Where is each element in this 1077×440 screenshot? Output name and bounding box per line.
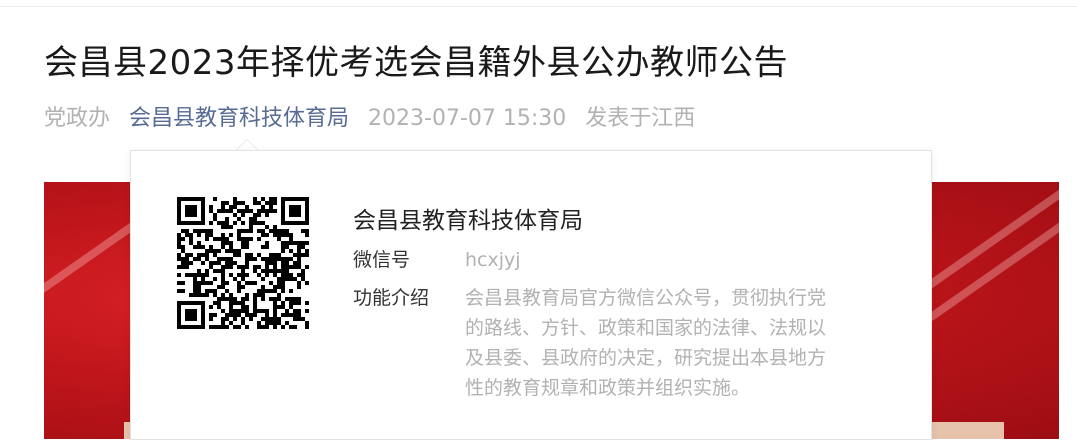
publish-location: 发表于江西 xyxy=(585,106,696,131)
intro-line: 的路线、方针、政策和国家的法律、法规以 xyxy=(465,317,827,339)
publish-datetime: 2023-07-07 15:30 xyxy=(368,106,567,131)
qr-code-icon[interactable] xyxy=(177,197,309,329)
profile-account-name: 会昌县教育科技体育局 xyxy=(353,208,583,234)
popover-caret xyxy=(236,139,258,150)
account-name-link[interactable]: 会昌县教育科技体育局 xyxy=(129,106,349,131)
intro-line: 会昌县教育局官方微信公众号，贯彻执行党 xyxy=(465,287,827,309)
wechat-id-value: hcxjyj xyxy=(465,249,521,271)
top-divider xyxy=(0,6,1077,7)
intro-text: 会昌县教育局官方微信公众号，贯彻执行党 的路线、方针、政策和国家的法律、法规以 … xyxy=(465,283,885,403)
intro-label: 功能介绍 xyxy=(353,287,430,309)
article-meta: 党政办 会昌县教育科技体育局 2023-07-07 15:30 发表于江西 xyxy=(44,102,707,136)
intro-line: 性的教育规章和政策并组织实施。 xyxy=(465,377,751,399)
author-label: 党政办 xyxy=(44,106,111,131)
wechat-id-label: 微信号 xyxy=(353,249,411,271)
article-title: 会昌县2023年择优考选会昌籍外县公办教师公告 xyxy=(44,43,789,83)
intro-line: 及县委、县政府的决定，研究提出本县地方 xyxy=(465,347,827,369)
account-profile-popover: 会昌县教育科技体育局 微信号 hcxjyj 功能介绍 会昌县教育局官方微信公众号… xyxy=(130,150,932,440)
